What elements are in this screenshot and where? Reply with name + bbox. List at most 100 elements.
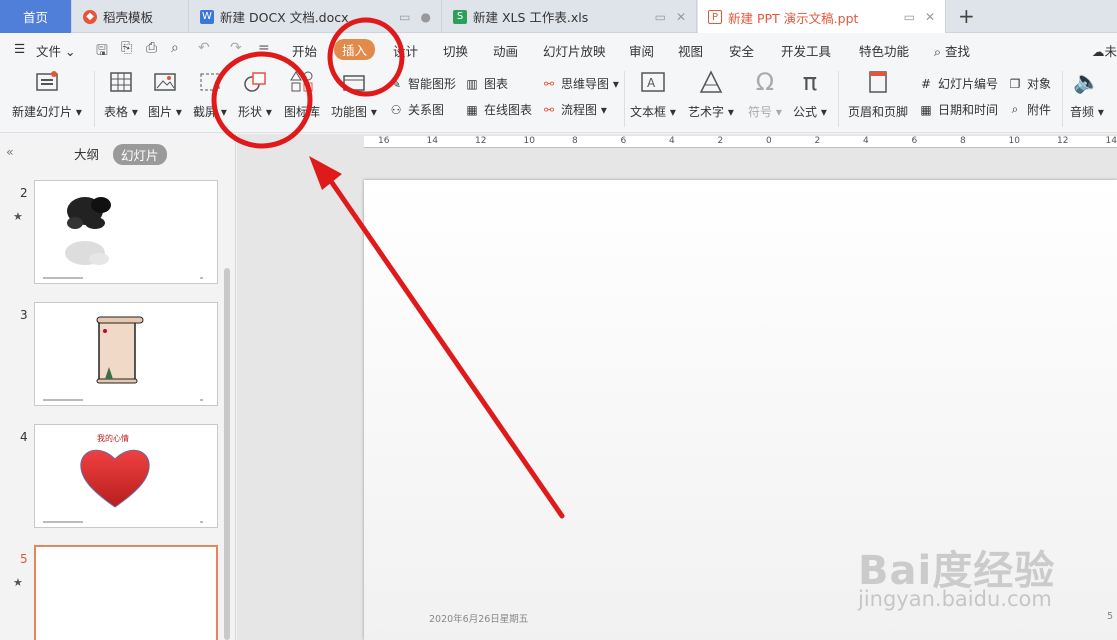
hamburger-icon[interactable]: ☰ bbox=[14, 41, 25, 56]
slide-panel-scrollbar[interactable] bbox=[224, 268, 230, 640]
tab-label: 新建 DOCX 文档.docx bbox=[220, 10, 349, 25]
smart-art-button[interactable]: ✎ 智能图形 bbox=[388, 75, 456, 92]
ruler-tick-label: 10 bbox=[1008, 136, 1020, 146]
dot-icon: ● bbox=[420, 10, 431, 24]
cloud-status[interactable]: ☁未 bbox=[1092, 41, 1117, 60]
ink-flower-image bbox=[65, 197, 111, 265]
flow-chart-button[interactable]: ⚯ 流程图 ▾ bbox=[541, 101, 607, 118]
menu-slideshow[interactable]: 幻灯片放映 bbox=[543, 41, 606, 60]
icon-library-icon bbox=[289, 69, 315, 95]
menu-file[interactable]: 文件 ⌄ bbox=[36, 41, 75, 60]
table-icon bbox=[108, 69, 134, 95]
excel-sheet-icon: S bbox=[453, 9, 467, 24]
horizontal-ruler: 16 14 12 10 8 6 4 2 0 2 4 6 8 10 12 14 bbox=[364, 136, 1117, 148]
menu-animation[interactable]: 动画 bbox=[493, 41, 518, 60]
picture-button[interactable]: 图片 ▾ bbox=[148, 69, 182, 120]
tab-slides[interactable]: 幻灯片 bbox=[113, 144, 167, 165]
menu-security[interactable]: 安全 bbox=[729, 41, 754, 60]
ruler-tick-label: 10 bbox=[523, 136, 535, 146]
picture-icon bbox=[152, 69, 178, 95]
new-tab-plus-icon[interactable]: + bbox=[958, 4, 975, 28]
slide-number: 4 bbox=[20, 430, 28, 444]
ruler-tick-label: 16 bbox=[378, 136, 390, 146]
slide-number: 3 bbox=[20, 308, 28, 322]
tab-docx[interactable]: W 新建 DOCX 文档.docx ▭ ● bbox=[190, 0, 442, 33]
new-slide-button[interactable]: 新建幻灯片 ▾ bbox=[12, 69, 82, 120]
close-icon[interactable]: ✕ bbox=[925, 10, 935, 24]
menu-transition[interactable]: 切换 bbox=[443, 41, 468, 60]
redo-icon[interactable]: ↷ bbox=[230, 40, 242, 56]
menu-features[interactable]: 特色功能 bbox=[859, 41, 909, 60]
relation-chart-button[interactable]: ⚇ 关系图 bbox=[388, 101, 444, 118]
ruler-tick-label: 4 bbox=[669, 136, 675, 146]
preview-icon[interactable]: ⌕ bbox=[171, 40, 179, 56]
symbol-button[interactable]: Ω 符号 ▾ bbox=[748, 68, 782, 120]
undo-icon[interactable]: ↶ bbox=[198, 40, 210, 56]
function-chart-icon bbox=[341, 69, 367, 95]
ruler-tick-label: 4 bbox=[863, 136, 869, 146]
text-box-button[interactable]: A 文本框 ▾ bbox=[630, 69, 676, 120]
speaker-icon: 🔈 bbox=[1073, 69, 1101, 95]
monitor-icon[interactable]: ▭ bbox=[655, 10, 666, 24]
save-icon[interactable]: 🖫 bbox=[96, 40, 108, 64]
menu-insert[interactable]: 插入 bbox=[334, 39, 376, 60]
art-text-button[interactable]: 艺术字 ▾ bbox=[688, 69, 734, 120]
slide-thumbnail-4[interactable]: 我的心情 bbox=[34, 424, 218, 528]
export-icon[interactable]: ⎘ bbox=[121, 40, 132, 56]
tab-daoke[interactable]: ◆ 稻壳模板 bbox=[73, 0, 189, 33]
tab-label: 新建 PPT 演示文稿.ppt bbox=[728, 10, 859, 26]
animation-star-icon: ★ bbox=[13, 576, 23, 589]
slide-thumbnail-5[interactable] bbox=[34, 545, 218, 640]
ruler-tick-label: 14 bbox=[1105, 136, 1117, 146]
menu-view[interactable]: 视图 bbox=[678, 41, 703, 60]
object-icon: ❐ bbox=[1009, 76, 1021, 91]
screenshot-button[interactable]: 截屏 ▾ bbox=[193, 69, 227, 120]
bar-chart-icon: ▥ bbox=[466, 76, 478, 91]
menu-start[interactable]: 开始 bbox=[292, 41, 317, 60]
menu-review[interactable]: 审阅 bbox=[629, 41, 654, 60]
slide-thumbnail-3[interactable] bbox=[34, 302, 218, 406]
monitor-icon[interactable]: ▭ bbox=[904, 10, 915, 24]
ribbon-insert: 新建幻灯片 ▾ 表格 ▾ 图片 ▾ 截屏 ▾ 形状 ▾ 图标库 功能图 ▾ ✎ … bbox=[0, 65, 1117, 133]
tab-home[interactable]: 首页 bbox=[0, 0, 72, 33]
more-icon[interactable]: = bbox=[258, 40, 270, 56]
icon-library-button[interactable]: 图标库 bbox=[284, 69, 320, 120]
print-icon[interactable]: ⎙ bbox=[146, 40, 157, 56]
menu-developer[interactable]: 开发工具 bbox=[781, 41, 831, 60]
object-button[interactable]: ❐ 对象 bbox=[1007, 75, 1051, 92]
mind-map-button[interactable]: ⚯ 思维导图 ▾ bbox=[541, 75, 619, 92]
ruler-tick-label: 6 bbox=[911, 136, 918, 146]
ppt-doc-icon: P bbox=[708, 10, 722, 24]
screenshot-icon bbox=[197, 69, 223, 95]
slide-number-button[interactable]: # 幻灯片编号 bbox=[918, 75, 998, 92]
relation-icon: ⚇ bbox=[390, 102, 402, 117]
header-footer-button[interactable]: 页眉和页脚 bbox=[848, 69, 908, 120]
formula-button[interactable]: π 公式 ▾ bbox=[793, 68, 827, 120]
date-time-button[interactable]: ▦ 日期和时间 bbox=[918, 101, 998, 118]
menu-search[interactable]: ⌕ 查找 bbox=[934, 41, 970, 60]
slide-number: 5 bbox=[20, 552, 28, 566]
ruler-tick-label: 6 bbox=[620, 136, 627, 146]
slide-page-number: 5 bbox=[1107, 611, 1114, 622]
collapse-panel-icon[interactable]: « bbox=[6, 144, 14, 159]
audio-button[interactable]: 🔈 音频 ▾ bbox=[1070, 69, 1104, 120]
tab-outline[interactable]: 大纲 bbox=[74, 144, 99, 163]
shape-icon bbox=[242, 69, 268, 95]
attachment-button[interactable]: ⌕ 附件 bbox=[1007, 101, 1051, 118]
scroll-image bbox=[96, 316, 144, 384]
monitor-icon[interactable]: ▭ bbox=[399, 10, 410, 24]
function-chart-button[interactable]: 功能图 ▾ bbox=[331, 69, 377, 120]
slide-thumbnail-2[interactable] bbox=[34, 180, 218, 284]
flow-chart-icon: ⚯ bbox=[543, 102, 555, 117]
shape-button[interactable]: 形状 ▾ bbox=[238, 69, 272, 120]
tab-xls[interactable]: S 新建 XLS 工作表.xls ▭ ✕ bbox=[443, 0, 697, 33]
slide-number: 2 bbox=[20, 186, 28, 200]
table-button[interactable]: 表格 ▾ bbox=[104, 69, 138, 120]
ruler-tick-label: 12 bbox=[475, 136, 487, 146]
close-icon[interactable]: ✕ bbox=[676, 10, 686, 24]
tab-label: 稻壳模板 bbox=[103, 10, 154, 25]
menu-design[interactable]: 设计 bbox=[393, 41, 418, 60]
online-chart-button[interactable]: ▦ 在线图表 bbox=[464, 101, 532, 118]
chart-button[interactable]: ▥ 图表 bbox=[464, 75, 508, 92]
tab-ppt[interactable]: P 新建 PPT 演示文稿.ppt ▭ ✕ bbox=[698, 0, 946, 34]
